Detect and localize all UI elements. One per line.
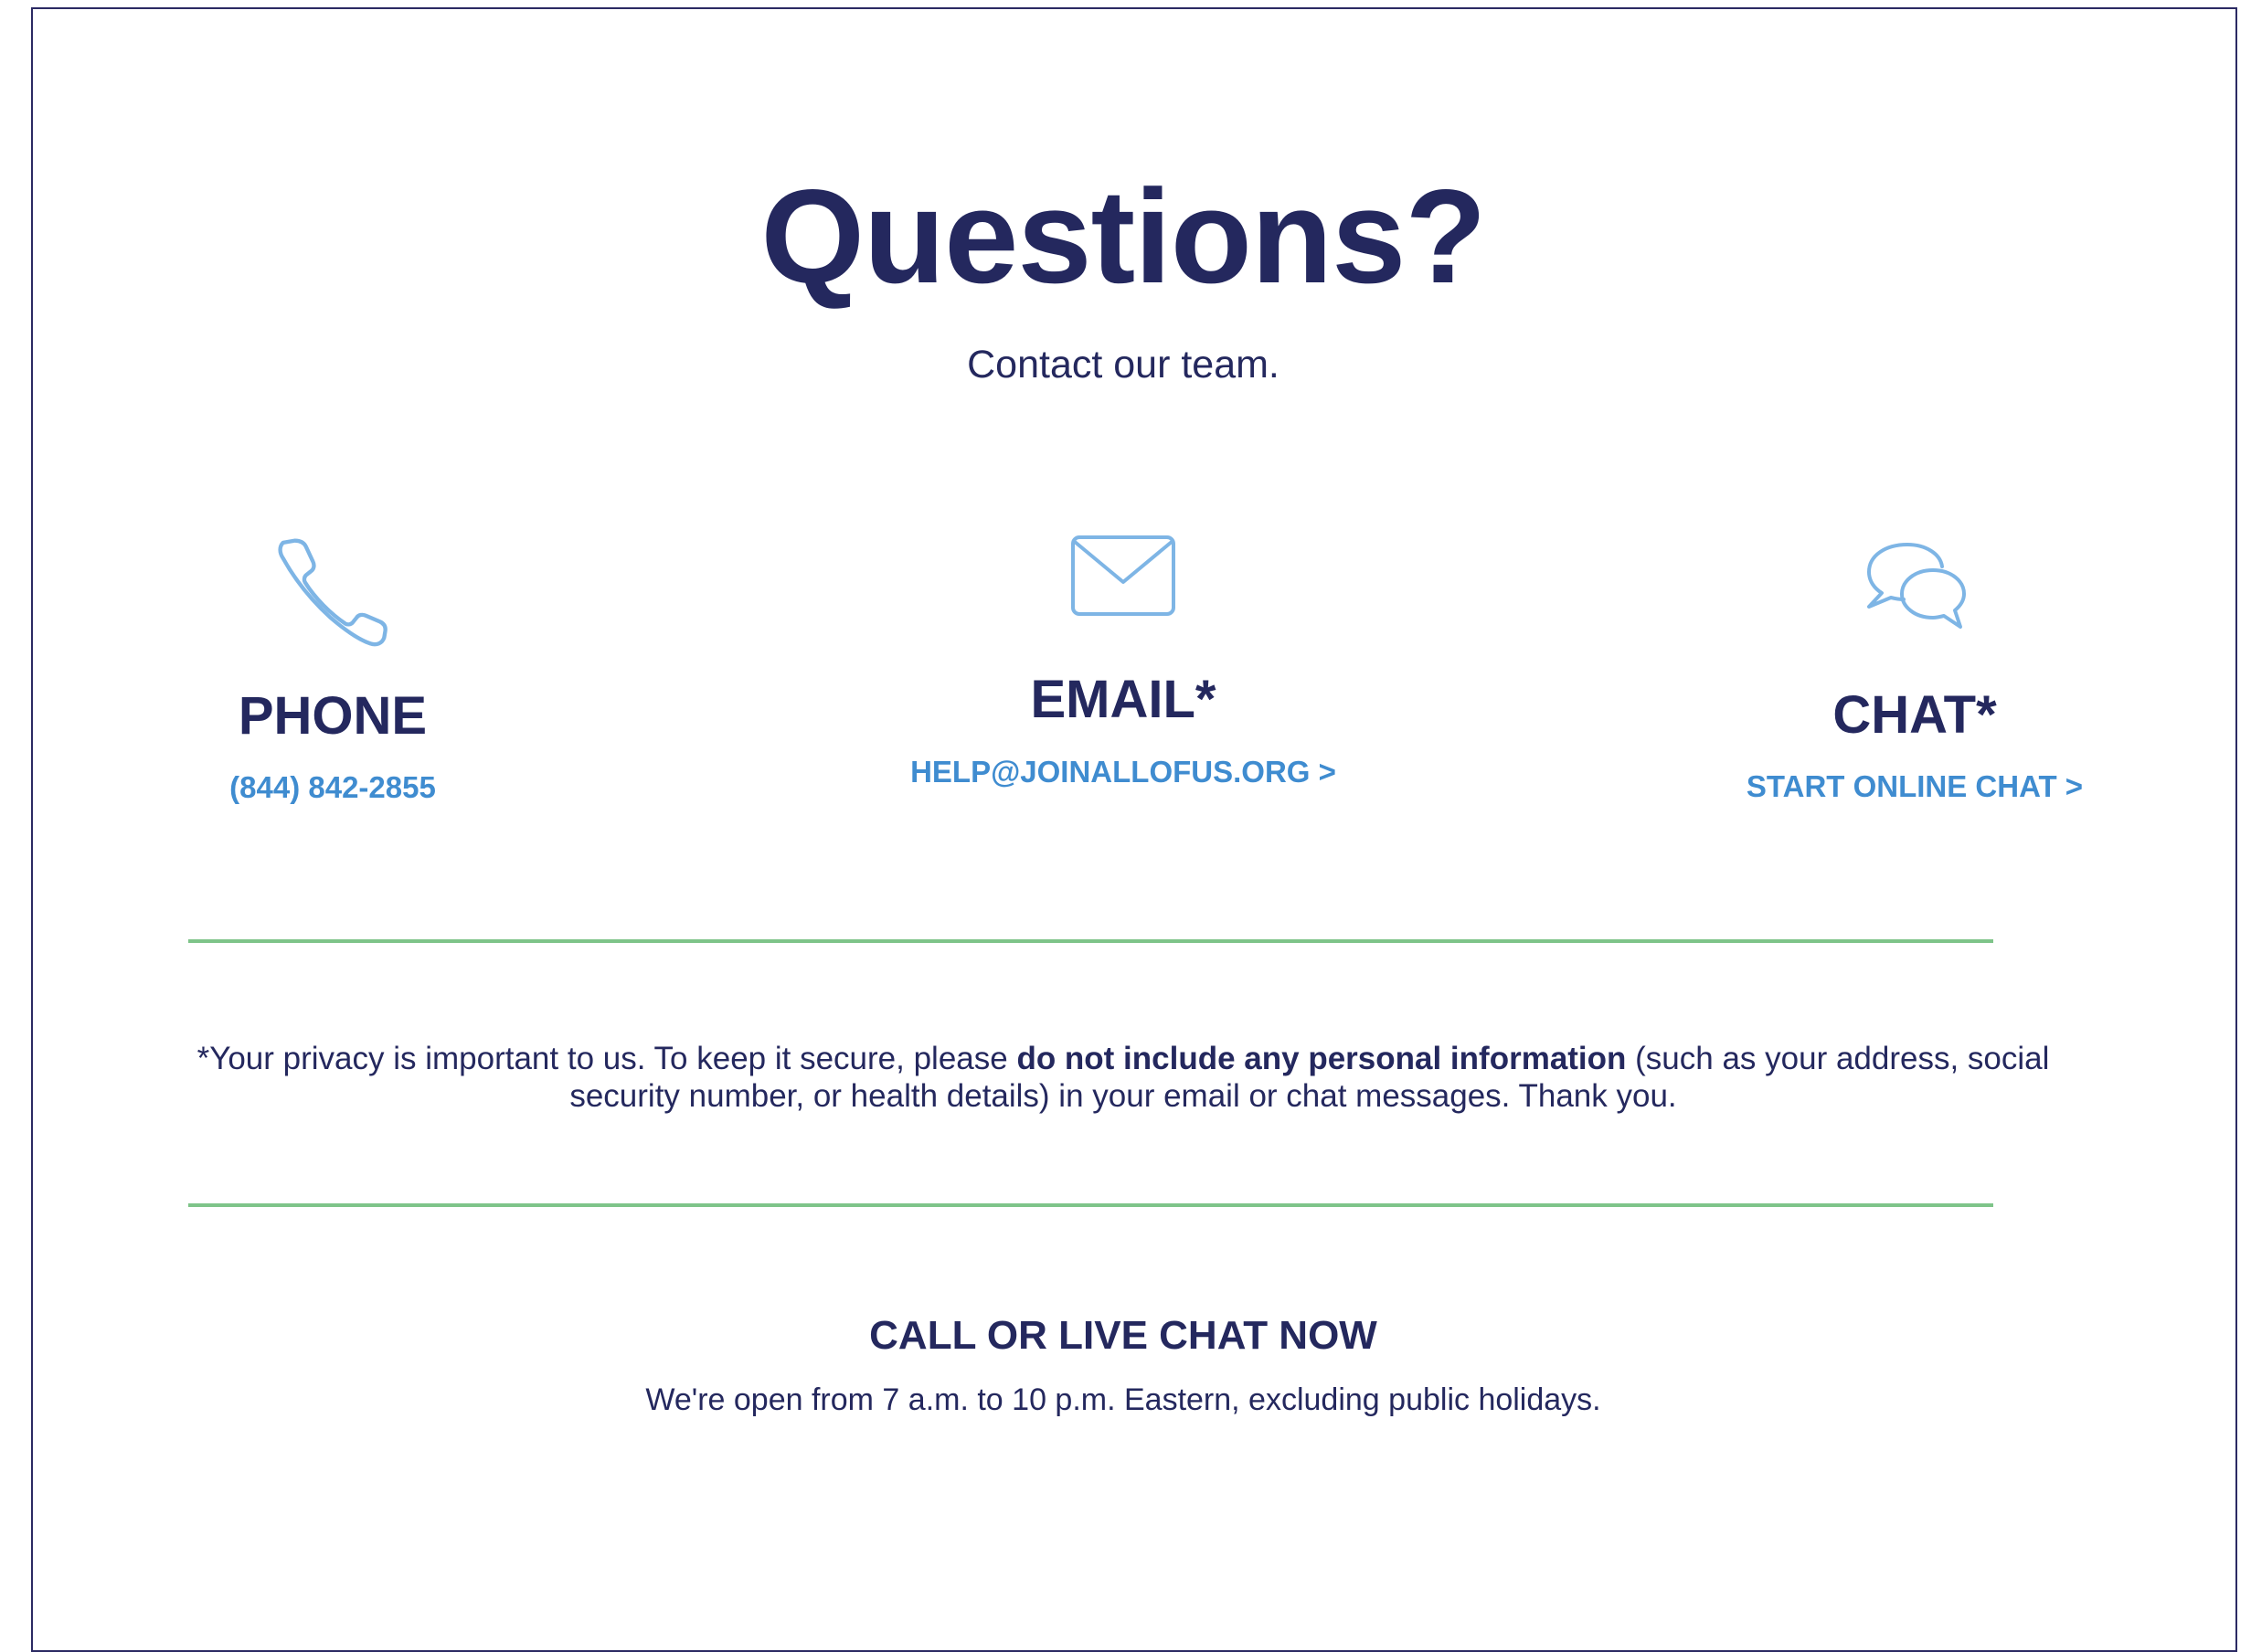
email-heading: EMAIL*: [1030, 670, 1216, 729]
envelope-icon: [1071, 535, 1175, 616]
start-chat-link[interactable]: START ONLINE CHAT >: [1747, 771, 2083, 801]
phone-channel: PHONE (844) 842-2855: [13, 533, 653, 802]
privacy-notice: *Your privacy is important to us. To kee…: [161, 1040, 2086, 1115]
page-frame: Questions? Contact our team. PHONE (844)…: [31, 7, 2237, 1652]
page-title: Questions?: [760, 162, 1486, 311]
email-channel: EMAIL* HELP@JOINALLOFUS.ORG >: [803, 535, 1443, 787]
call-or-chat-heading: CALL OR LIVE CHAT NOW: [869, 1313, 1377, 1358]
hours-text: We're open from 7 a.m. to 10 p.m. Easter…: [645, 1382, 1601, 1417]
page-subtitle: Contact our team.: [967, 343, 1279, 387]
divider-top: [188, 939, 1993, 943]
divider-bottom: [188, 1203, 1993, 1207]
email-address-link[interactable]: HELP@JOINALLOFUS.ORG >: [910, 757, 1336, 787]
chat-bubbles-icon: [1867, 543, 1966, 629]
privacy-notice-bold: do not include any personal information: [1016, 1041, 1627, 1076]
chat-channel: CHAT* START ONLINE CHAT >: [1595, 537, 2235, 801]
privacy-notice-text-start: *Your privacy is important to us. To kee…: [196, 1041, 1017, 1076]
chat-heading: CHAT*: [1832, 685, 1997, 745]
phone-heading: PHONE: [238, 686, 428, 746]
phone-icon: [278, 538, 388, 647]
phone-number-link[interactable]: (844) 842-2855: [229, 772, 436, 802]
